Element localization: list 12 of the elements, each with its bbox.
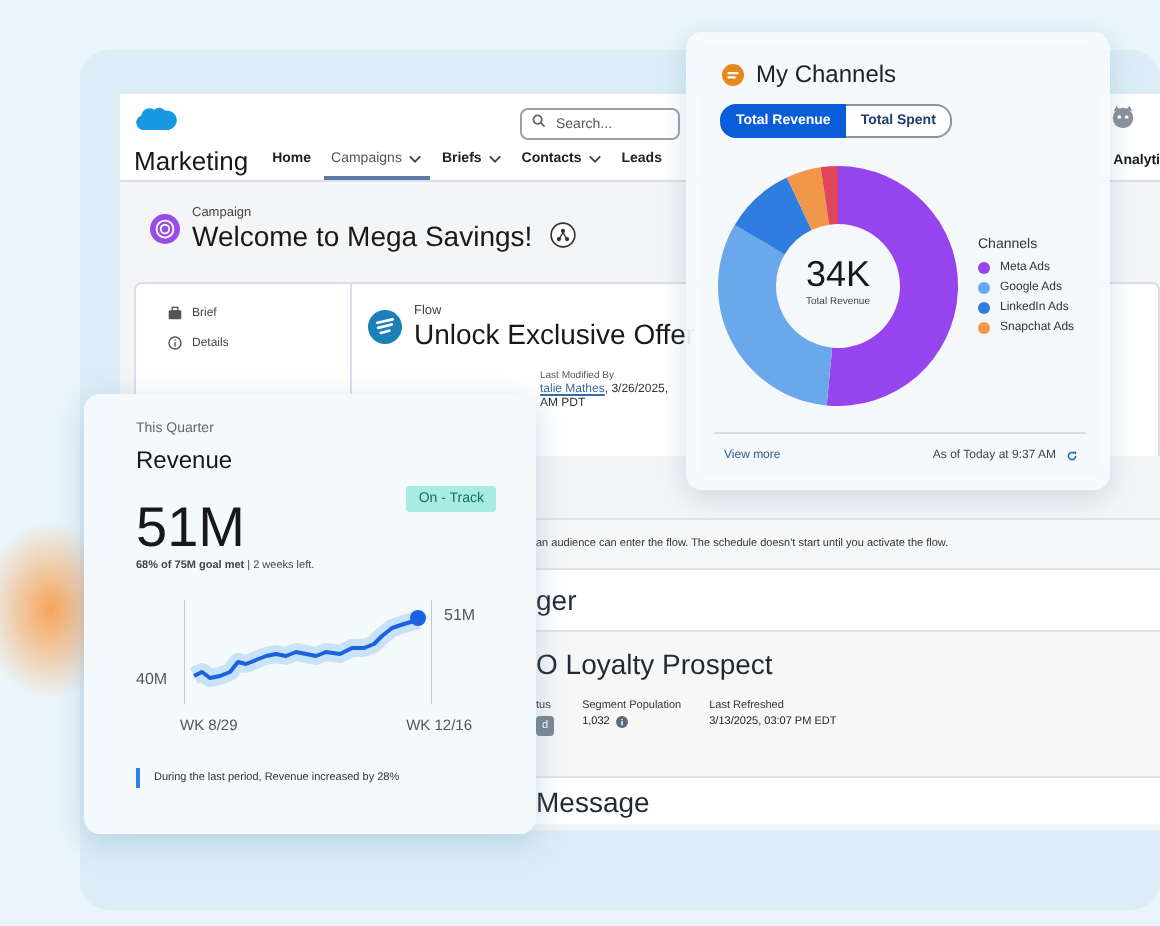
section-heading: ger — [536, 584, 577, 616]
card-title: My Channels — [756, 60, 897, 88]
axis-label: 51M — [444, 606, 478, 628]
axis-label: 40M — [136, 670, 170, 688]
app-name: Marketing — [134, 145, 249, 175]
card-title: Revenue — [136, 446, 235, 474]
flow-title: Unlock Exclusive Offer — [414, 318, 696, 350]
section-heading: Message — [536, 785, 650, 817]
revenue-value: 51M — [136, 500, 245, 556]
total-value: 34K — [805, 254, 871, 296]
segment-title: O Loyalty Prospect — [536, 648, 773, 680]
campaign-title: Welcome to Mega Savings! — [192, 220, 533, 252]
